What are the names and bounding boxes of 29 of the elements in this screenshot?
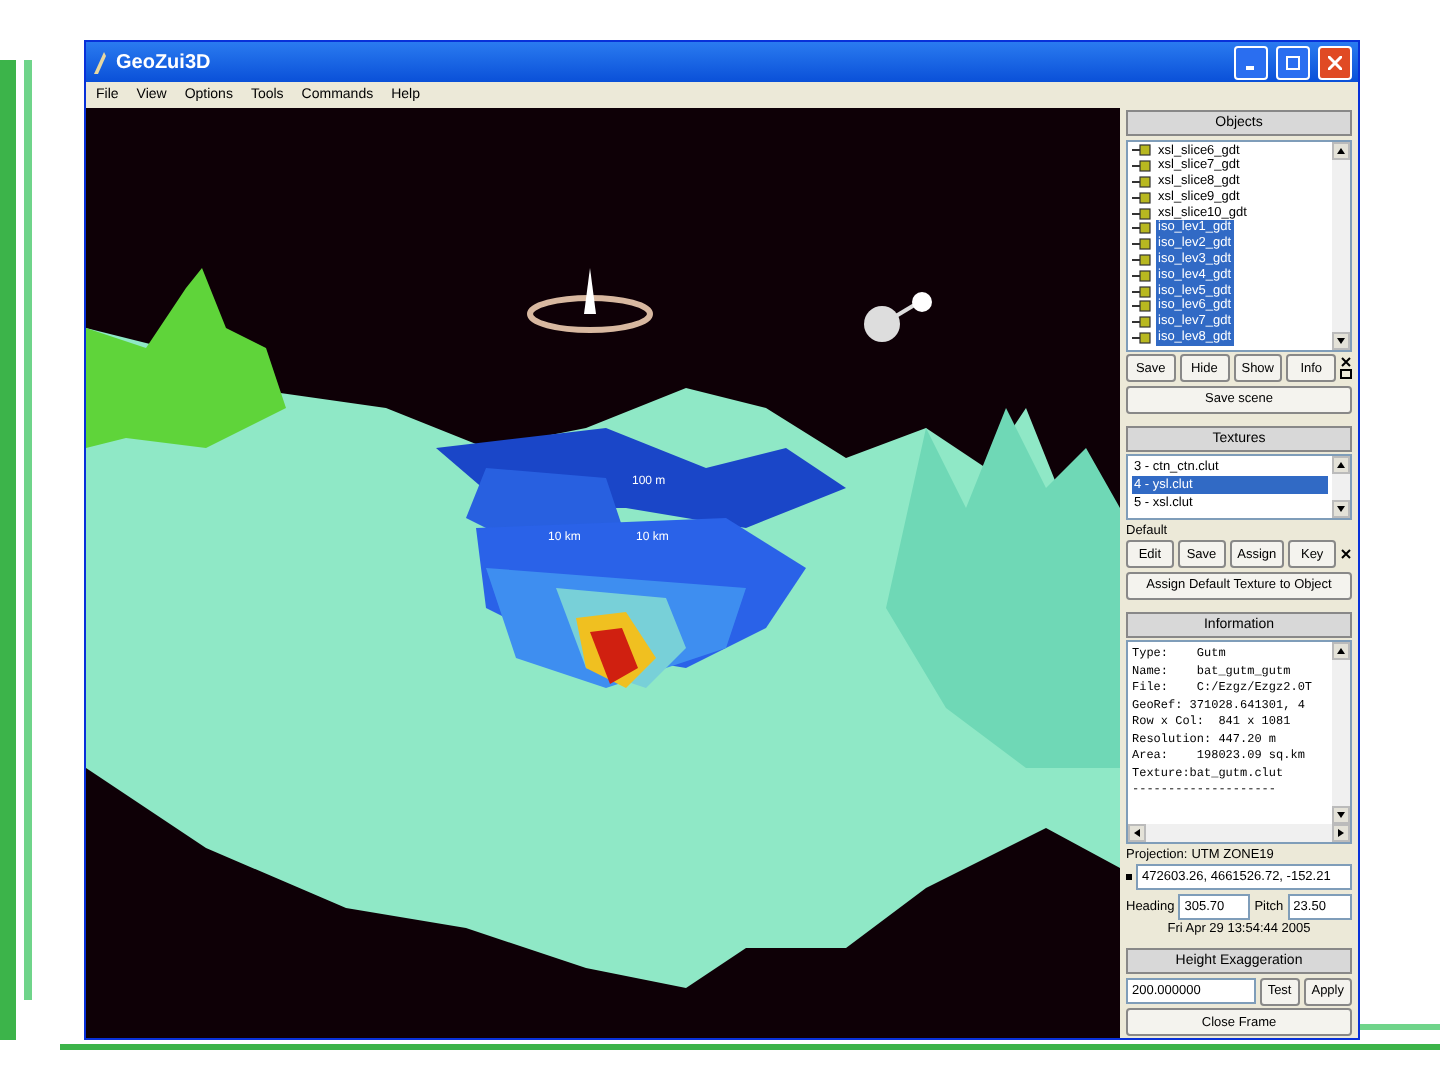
up-arrow-icon (1336, 646, 1346, 656)
maximize-button[interactable] (1276, 45, 1310, 79)
right-arrow-icon (1336, 828, 1346, 838)
close-icon[interactable] (1340, 356, 1352, 380)
scroll-down-button[interactable] (1332, 806, 1350, 824)
down-arrow-icon (1336, 504, 1346, 514)
tree-node-icon (1132, 191, 1152, 204)
up-arrow-icon (1336, 460, 1346, 470)
close-button[interactable] (1318, 45, 1352, 79)
scroll-up-button[interactable] (1332, 642, 1350, 660)
down-arrow-icon (1336, 810, 1346, 820)
window-title: GeoZui3D (116, 51, 213, 73)
close-icon[interactable] (1340, 548, 1352, 560)
up-arrow-icon (1336, 145, 1346, 155)
scroll-down-button[interactable] (1332, 500, 1350, 518)
maximize-icon (1286, 55, 1300, 69)
close-icon (1328, 55, 1342, 69)
scroll-left-button[interactable] (1128, 824, 1146, 842)
left-arrow-icon (1132, 828, 1142, 838)
minimize-button[interactable] (1234, 45, 1268, 79)
down-arrow-icon (1336, 335, 1346, 345)
tree-node-icon (1132, 144, 1152, 157)
tree-node-icon (1132, 269, 1152, 282)
scroll-down-button[interactable] (1332, 331, 1350, 349)
feather-icon (92, 50, 108, 74)
bullet-icon (1126, 874, 1132, 880)
scroll-up-button[interactable] (1332, 141, 1350, 159)
scroll-up-button[interactable] (1332, 456, 1350, 474)
scroll-right-button[interactable] (1332, 824, 1350, 842)
